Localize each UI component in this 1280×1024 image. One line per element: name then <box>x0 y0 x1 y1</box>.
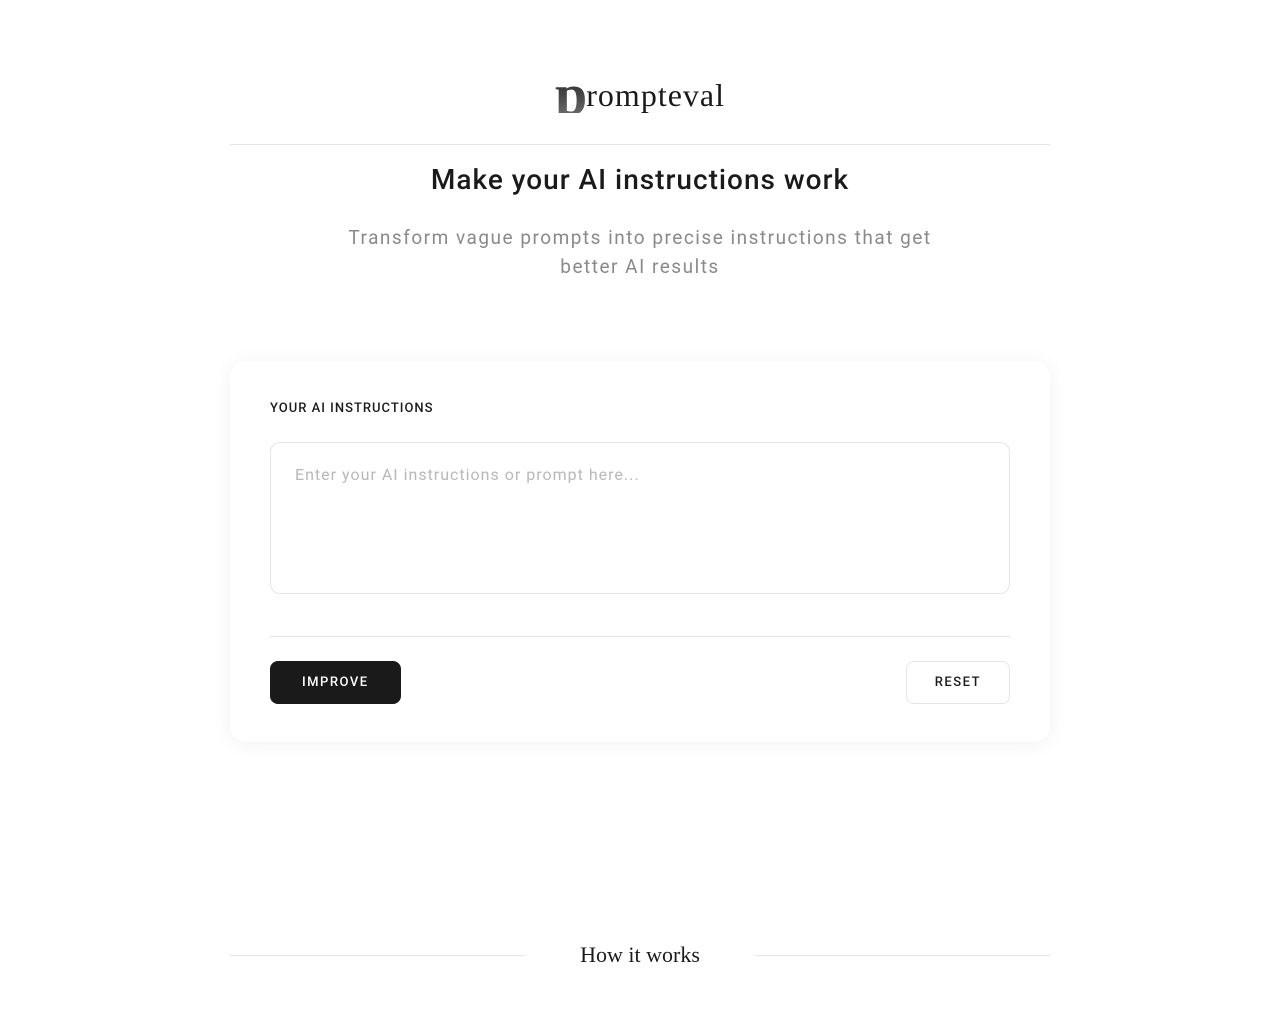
logo-first-letter: p <box>555 78 588 113</box>
hero: Make your AI instructions work Transform… <box>230 145 1050 361</box>
how-it-works-title: How it works <box>560 942 720 968</box>
improve-button[interactable]: IMPROVE <box>270 661 401 704</box>
instructions-input[interactable] <box>270 442 1010 594</box>
reset-button[interactable]: RESET <box>906 661 1010 704</box>
button-row: IMPROVE RESET <box>270 661 1010 704</box>
header: prompteval <box>230 0 1050 144</box>
hero-subtitle: Transform vague prompts into precise ins… <box>320 224 960 281</box>
card-divider <box>270 636 1010 637</box>
hero-title: Make your AI instructions work <box>230 163 1050 196</box>
instructions-card: YOUR AI INSTRUCTIONS IMPROVE RESET <box>230 361 1050 742</box>
how-it-works-header: How it works <box>230 942 1050 968</box>
logo-rest: rompteval <box>586 77 725 114</box>
instructions-label: YOUR AI INSTRUCTIONS <box>270 401 1010 416</box>
logo[interactable]: prompteval <box>555 70 725 114</box>
